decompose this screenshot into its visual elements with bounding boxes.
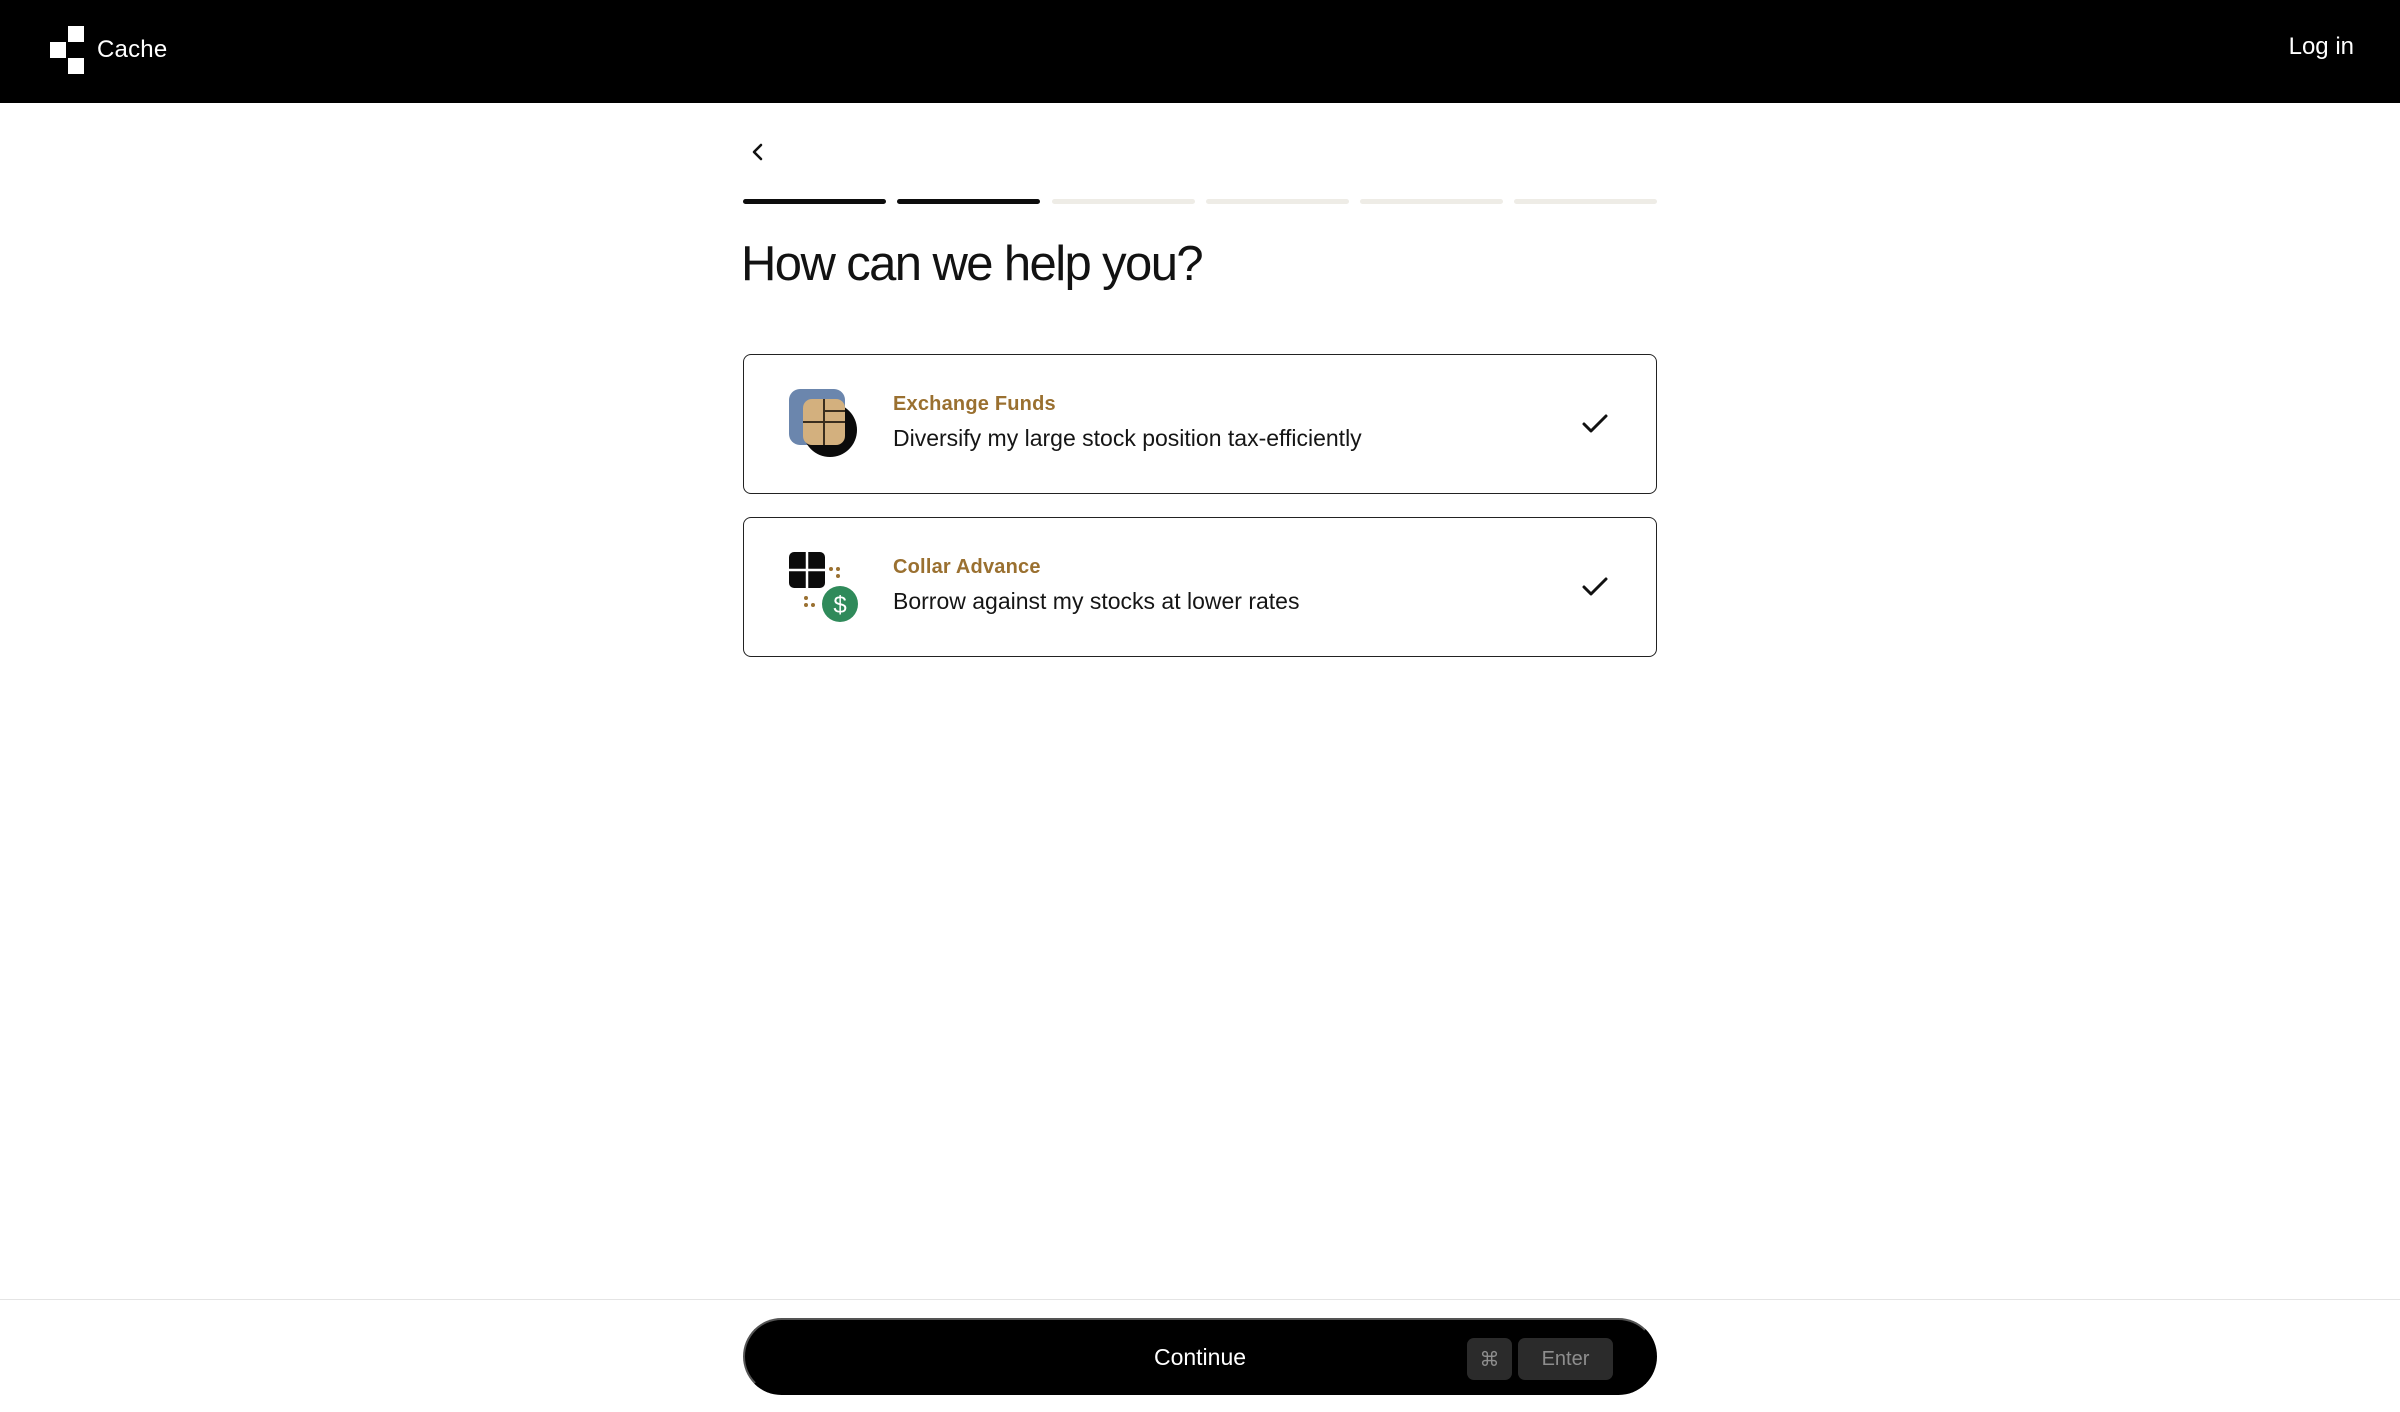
page-title: How can we help you? <box>741 237 1204 291</box>
step-progress-bar <box>743 199 1657 205</box>
option-description: Borrow against my stocks at lower rates <box>893 588 1300 614</box>
brand-name: Cache <box>97 36 168 63</box>
svg-text:$: $ <box>833 592 846 619</box>
checkmark-icon <box>1582 414 1608 433</box>
progress-step <box>1206 199 1349 204</box>
progress-step <box>1360 199 1503 204</box>
enter-key-hint: Enter <box>1518 1338 1613 1380</box>
checkmark-icon <box>1582 577 1608 596</box>
option-subtitle: Exchange Funds <box>893 393 1056 415</box>
back-button[interactable] <box>743 134 773 170</box>
progress-step <box>1052 199 1195 204</box>
chevron-left-icon <box>752 143 763 161</box>
collar-advance-icon: $ <box>789 552 858 622</box>
progress-step <box>743 199 886 204</box>
footer-divider <box>0 1299 2400 1300</box>
cache-logo-icon <box>50 26 84 74</box>
progress-step <box>897 199 1040 204</box>
option-card-collar-advance[interactable]: $ Collar Advance Borrow against my stock… <box>743 517 1657 657</box>
continue-button[interactable]: Continue ⌘ Enter <box>743 1318 1657 1395</box>
exchange-funds-icon <box>789 389 857 457</box>
brand-home-link[interactable]: Cache <box>50 26 167 74</box>
option-card-exchange-funds[interactable]: Exchange Funds Diversify my large stock … <box>743 354 1657 494</box>
option-subtitle: Collar Advance <box>893 556 1041 578</box>
login-link[interactable]: Log in <box>2289 33 2354 61</box>
option-description: Diversify my large stock position tax-ef… <box>893 425 1362 451</box>
top-navigation-bar: Cache Log in <box>0 0 2400 103</box>
command-key-hint: ⌘ <box>1467 1338 1512 1380</box>
progress-step <box>1514 199 1657 204</box>
